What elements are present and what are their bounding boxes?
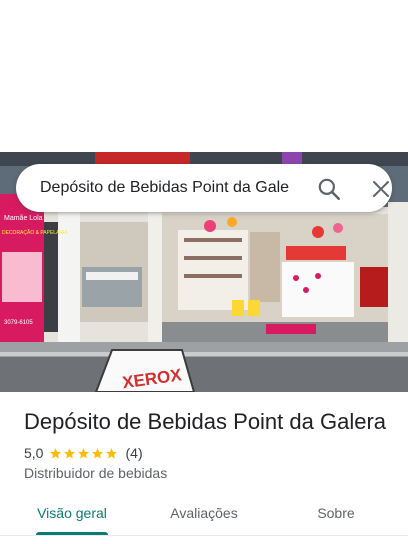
- review-count[interactable]: 4: [125, 445, 142, 461]
- star-icon: [106, 447, 118, 458]
- star-icon: [50, 447, 62, 458]
- map-blank-area: [0, 0, 408, 152]
- star-icon: [92, 447, 104, 458]
- tab-overview[interactable]: Visão geral: [24, 494, 120, 534]
- search-icon[interactable]: [316, 176, 342, 202]
- star-icon: [78, 447, 90, 458]
- banner-text: Mamãe Lola: [4, 215, 43, 222]
- close-icon[interactable]: [369, 177, 393, 201]
- rating-row[interactable]: 5,0 4: [24, 444, 143, 462]
- tab-reviews[interactable]: Avaliações: [156, 494, 252, 534]
- banner-subtitle: DECORAÇÃO & PAPELARIA: [2, 229, 68, 236]
- star-icon: [64, 447, 76, 458]
- rating-value: 5,0: [24, 445, 44, 461]
- search-input[interactable]: [40, 176, 290, 200]
- place-tabs: Visão geral Avaliações Sobre: [0, 494, 408, 538]
- place-category[interactable]: Distribuidor de bebidas: [24, 465, 167, 481]
- rating-stars: [49, 447, 119, 460]
- tab-about[interactable]: Sobre: [296, 494, 376, 534]
- search-box[interactable]: [16, 164, 392, 212]
- banner-phone: 3079-6105: [4, 320, 33, 326]
- place-title: Depósito de Bebidas Point da Galera: [24, 409, 387, 434]
- tabs-divider: [0, 535, 408, 536]
